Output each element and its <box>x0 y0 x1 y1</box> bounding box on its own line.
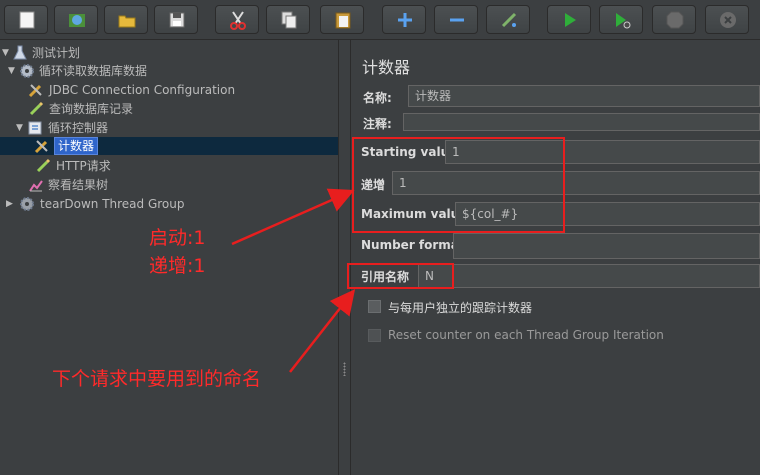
tree-node-counter[interactable]: 计数器 <box>0 137 200 155</box>
tree-node-teardown[interactable]: ▶ tearDown Thread Group <box>0 195 220 213</box>
annotation-reference-name: 下个请求中要用到的命名 <box>52 368 262 390</box>
templates-icon <box>69 14 85 27</box>
new-file-icon <box>19 11 35 29</box>
name-label: 名称: <box>363 91 392 105</box>
page-title: 计数器 <box>362 58 411 77</box>
new-button[interactable] <box>4 5 48 34</box>
counter-config-panel: 计数器 名称: 计数器 注释: Starting value 1 递增 1 Ma… <box>351 40 760 475</box>
gear-icon <box>20 197 34 211</box>
shutdown-button[interactable] <box>705 5 749 34</box>
tree-label: 测试计划 <box>32 46 81 60</box>
tree-node-query-db[interactable]: 查询数据库记录 <box>0 100 200 118</box>
start-no-pause-button[interactable] <box>599 5 643 34</box>
annotation-start: 启动:1 <box>149 227 206 249</box>
copy-button[interactable] <box>266 5 310 34</box>
pen-icon <box>36 158 51 173</box>
panel-splitter[interactable] <box>338 40 351 475</box>
annotation-increment: 递增:1 <box>149 255 206 277</box>
name-field[interactable]: 计数器 <box>408 85 760 107</box>
tree-node-loop-controller[interactable]: ▼ 循环控制器 <box>0 119 200 137</box>
flask-icon <box>13 45 27 60</box>
tree-label: 查询数据库记录 <box>49 102 134 116</box>
minus-icon <box>450 18 464 22</box>
templates-button[interactable] <box>54 5 98 34</box>
collapse-arrow-icon[interactable]: ▼ <box>2 44 12 62</box>
comment-field[interactable] <box>403 113 760 131</box>
paste-icon <box>335 12 351 29</box>
tree-label: tearDown Thread Group <box>40 197 185 211</box>
tree-node-results-tree[interactable]: 察看结果树 <box>0 176 200 194</box>
collapse-arrow-icon[interactable]: ▼ <box>8 62 18 80</box>
number-format-field[interactable] <box>453 233 760 259</box>
stop-icon <box>666 11 684 29</box>
loop-controller-icon <box>28 121 42 135</box>
track-per-user-checkbox[interactable] <box>368 300 381 313</box>
tree-label: 循环读取数据库数据 <box>39 64 148 78</box>
wrench-icon <box>28 84 42 98</box>
open-button[interactable] <box>104 5 148 34</box>
toolbar <box>0 0 760 40</box>
reset-counter-label: Reset counter on each Thread Group Itera… <box>388 328 664 342</box>
reference-name-field[interactable]: N <box>418 264 760 288</box>
open-folder-icon <box>118 15 136 28</box>
toggle-icon <box>501 12 517 28</box>
splitter-grip-icon[interactable] <box>343 362 346 376</box>
tree-node-jdbc-config[interactable]: JDBC Connection Configuration <box>0 81 260 99</box>
tree-label: JDBC Connection Configuration <box>49 83 236 97</box>
collapse-arrow-icon[interactable]: ▼ <box>16 119 26 137</box>
tree-node-test-plan[interactable]: ▼ 测试计划 <box>0 44 200 62</box>
stop-button[interactable] <box>652 5 696 34</box>
collapse-button[interactable] <box>434 5 478 34</box>
wrench-icon <box>34 140 48 154</box>
comment-label: 注释: <box>363 117 392 131</box>
play-icon <box>565 13 576 27</box>
pen-icon <box>29 101 44 116</box>
save-icon <box>169 12 185 28</box>
toggle-button[interactable] <box>486 5 530 34</box>
paste-button[interactable] <box>320 5 364 34</box>
tree-node-loop-db[interactable]: ▼ 循环读取数据库数据 <box>0 62 220 80</box>
tree-label: HTTP请求 <box>56 159 111 173</box>
chart-icon <box>29 180 43 192</box>
start-button[interactable] <box>547 5 591 34</box>
track-per-user-label: 与每用户独立的跟踪计数器 <box>388 301 533 315</box>
play-no-pause-icon <box>616 13 631 29</box>
cut-button[interactable] <box>215 5 259 34</box>
tree-label: 循环控制器 <box>48 121 109 135</box>
highlight-box-counter-values <box>352 137 565 233</box>
expand-arrow-icon[interactable]: ▶ <box>6 195 16 213</box>
highlight-box-reference-name <box>347 263 454 289</box>
tree-label: 察看结果树 <box>48 178 109 192</box>
shutdown-icon <box>720 12 736 28</box>
tree-node-http-request[interactable]: HTTP请求 <box>0 157 200 175</box>
number-format-label: Number format <box>361 238 465 252</box>
save-button[interactable] <box>154 5 198 34</box>
copy-icon <box>281 11 297 29</box>
gear-icon <box>20 64 34 78</box>
reset-counter-checkbox[interactable] <box>368 329 381 342</box>
plus-icon <box>398 13 412 27</box>
cut-icon <box>230 11 246 30</box>
tree-label: 计数器 <box>54 137 99 155</box>
expand-button[interactable] <box>382 5 426 34</box>
